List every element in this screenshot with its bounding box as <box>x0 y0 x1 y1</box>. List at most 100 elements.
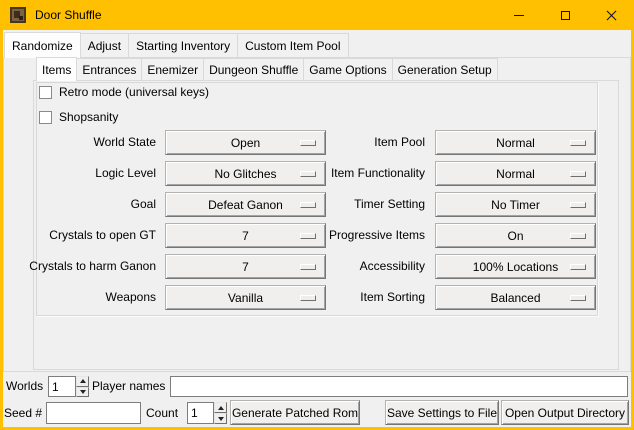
dropdown-indicator-icon <box>570 140 586 146</box>
retro-mode-row: Retro mode (universal keys) <box>39 85 209 99</box>
down-arrow-icon <box>218 417 224 421</box>
item-pool-label: Item Pool <box>233 130 425 155</box>
maximize-button[interactable] <box>542 0 588 30</box>
tab-randomize[interactable]: Randomize <box>4 32 81 58</box>
tab-adjust-label: Adjust <box>88 39 121 53</box>
tab-items-label: Items <box>42 63 71 77</box>
item-pool-value: Normal <box>496 136 535 150</box>
count-spin-buttons <box>214 402 227 424</box>
setting-row: Logic Level No Glitches Item Functionali… <box>3 161 631 186</box>
window-title: Door Shuffle <box>35 0 102 30</box>
tab-randomize-label: Randomize <box>12 39 73 53</box>
up-arrow-icon <box>218 406 224 410</box>
tab-custom-item-pool-label: Custom Item Pool <box>245 39 340 53</box>
tab-starting-inventory-label: Starting Inventory <box>136 39 230 53</box>
tab-starting-inventory[interactable]: Starting Inventory <box>128 33 238 57</box>
accessibility-label: Accessibility <box>233 254 425 279</box>
seed-label: Seed # <box>4 402 42 424</box>
tab-dungeon-shuffle-label: Dungeon Shuffle <box>209 63 298 77</box>
dropdown-indicator-icon <box>570 264 586 270</box>
app-icon <box>10 7 26 23</box>
timer-setting-value: No Timer <box>491 198 540 212</box>
accessibility-dropdown[interactable]: 100% Locations <box>435 254 596 279</box>
up-arrow-icon <box>80 379 86 383</box>
tab-custom-item-pool[interactable]: Custom Item Pool <box>237 33 348 57</box>
progressive-items-dropdown[interactable]: On <box>435 223 596 248</box>
count-label: Count <box>146 402 178 424</box>
retro-mode-label: Retro mode (universal keys) <box>59 85 209 99</box>
window-content: Randomize Adjust Starting Inventory Cust… <box>3 30 631 427</box>
primary-tab-bar: Randomize Adjust Starting Inventory Cust… <box>4 33 349 57</box>
open-output-directory-label: Open Output Directory <box>505 406 625 420</box>
progressive-items-value: On <box>507 229 523 243</box>
app-icon-knob <box>19 16 23 20</box>
item-pool-dropdown[interactable]: Normal <box>435 130 596 155</box>
crystals-open-gt-label: Crystals to open GT <box>3 223 156 248</box>
secondary-tab-bar: Items Entrances Enemizer Dungeon Shuffle… <box>36 58 498 80</box>
item-sorting-dropdown[interactable]: Balanced <box>435 285 596 310</box>
tab-game-options-label: Game Options <box>309 63 386 77</box>
shopsanity-label: Shopsanity <box>59 110 118 124</box>
tab-generation-setup-label: Generation Setup <box>398 63 492 77</box>
minimize-icon <box>514 15 524 16</box>
close-button[interactable] <box>588 0 634 30</box>
tab-entrances-label: Entrances <box>82 63 136 77</box>
minimize-button[interactable] <box>496 0 542 30</box>
setting-row: Goal Defeat Ganon Timer Setting No Timer <box>3 192 631 217</box>
retro-mode-checkbox[interactable] <box>39 86 52 99</box>
dropdown-indicator-icon <box>570 202 586 208</box>
shopsanity-checkbox[interactable] <box>39 111 52 124</box>
item-functionality-label: Item Functionality <box>233 161 425 186</box>
tab-entrances[interactable]: Entrances <box>76 58 142 80</box>
crystals-harm-ganon-label: Crystals to harm Ganon <box>3 254 156 279</box>
dropdown-indicator-icon <box>570 233 586 239</box>
accessibility-value: 100% Locations <box>473 260 558 274</box>
tab-items[interactable]: Items <box>36 57 77 81</box>
tab-adjust[interactable]: Adjust <box>80 33 129 57</box>
item-sorting-label: Item Sorting <box>233 285 425 310</box>
progressive-items-label: Progressive Items <box>233 223 425 248</box>
app-window: Door Shuffle Randomize Adjust Starting I… <box>0 0 634 430</box>
item-functionality-dropdown[interactable]: Normal <box>435 161 596 186</box>
goal-label: Goal <box>3 192 156 217</box>
count-spinbox <box>187 402 227 424</box>
tab-generation-setup[interactable]: Generation Setup <box>392 58 498 80</box>
close-icon <box>605 9 618 22</box>
count-spin-up-button[interactable] <box>214 402 227 413</box>
count-input[interactable] <box>187 402 214 424</box>
timer-setting-label: Timer Setting <box>233 192 425 217</box>
tab-enemizer[interactable]: Enemizer <box>141 58 204 80</box>
tab-game-options[interactable]: Game Options <box>303 58 392 80</box>
save-settings-button[interactable]: Save Settings to File <box>385 400 499 425</box>
count-spin-down-button[interactable] <box>214 413 227 424</box>
logic-level-label: Logic Level <box>3 161 156 186</box>
worlds-spinbox <box>48 376 89 397</box>
worlds-spin-up-button[interactable] <box>76 376 89 387</box>
item-functionality-value: Normal <box>496 167 535 181</box>
open-output-directory-button[interactable]: Open Output Directory <box>501 400 629 425</box>
worlds-input[interactable] <box>48 376 76 397</box>
setting-row: Weapons Vanilla Item Sorting Balanced <box>3 285 631 310</box>
item-sorting-value: Balanced <box>490 291 540 305</box>
shopsanity-row: Shopsanity <box>39 110 118 124</box>
dropdown-indicator-icon <box>570 171 586 177</box>
timer-setting-dropdown[interactable]: No Timer <box>435 192 596 217</box>
generate-patched-rom-label: Generate Patched Rom <box>232 406 358 420</box>
tab-dungeon-shuffle[interactable]: Dungeon Shuffle <box>203 58 304 80</box>
dropdown-indicator-icon <box>570 295 586 301</box>
maximize-icon <box>561 11 570 20</box>
title-bar: Door Shuffle <box>0 0 634 30</box>
player-names-label: Player names <box>92 376 165 397</box>
worlds-label: Worlds <box>6 376 43 397</box>
setting-row: World State Open Item Pool Normal <box>3 130 631 155</box>
worlds-spin-down-button[interactable] <box>76 387 89 398</box>
save-settings-label: Save Settings to File <box>387 406 497 420</box>
seed-input[interactable] <box>46 402 141 424</box>
down-arrow-icon <box>80 390 86 394</box>
tab-enemizer-label: Enemizer <box>147 63 198 77</box>
worlds-spin-buttons <box>76 376 89 397</box>
player-names-input[interactable] <box>170 376 628 397</box>
setting-row: Crystals to open GT 7 Progressive Items … <box>3 223 631 248</box>
generate-patched-rom-button[interactable]: Generate Patched Rom <box>230 400 360 425</box>
setting-row: Crystals to harm Ganon 7 Accessibility 1… <box>3 254 631 279</box>
